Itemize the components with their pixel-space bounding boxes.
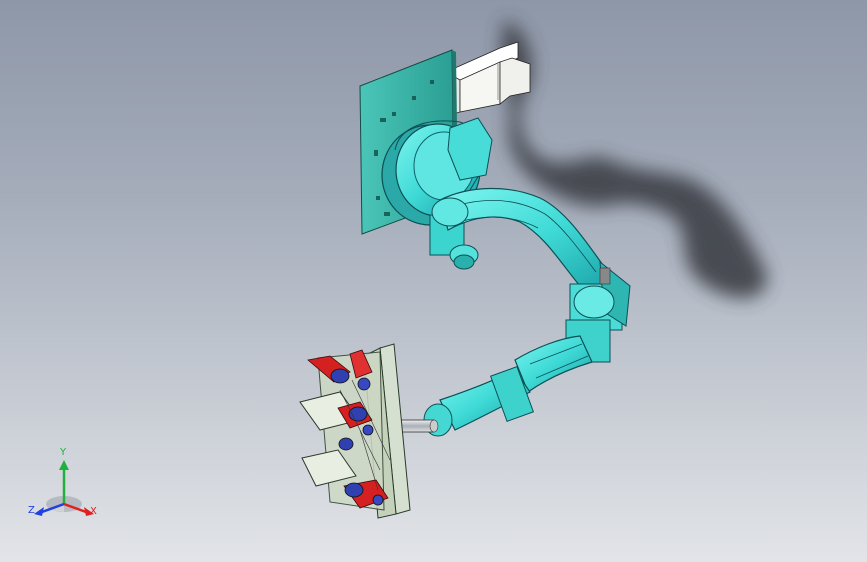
gripper-assembly[interactable] (299, 343, 411, 519)
y-axis-arrow-icon (59, 460, 69, 470)
model-shadow (501, 20, 768, 299)
robot-wrist[interactable] (397, 403, 453, 437)
y-axis-label: Y (60, 447, 67, 458)
robot-arm-model[interactable] (0, 0, 867, 562)
robot-forearm[interactable] (439, 335, 593, 431)
z-axis-arrow-icon (34, 507, 44, 516)
z-axis-label: Z (28, 505, 35, 516)
graphics-viewport[interactable]: Y X Z (0, 0, 867, 562)
x-axis-label: X (90, 506, 97, 517)
coordinate-triad: Y X Z (26, 448, 106, 528)
